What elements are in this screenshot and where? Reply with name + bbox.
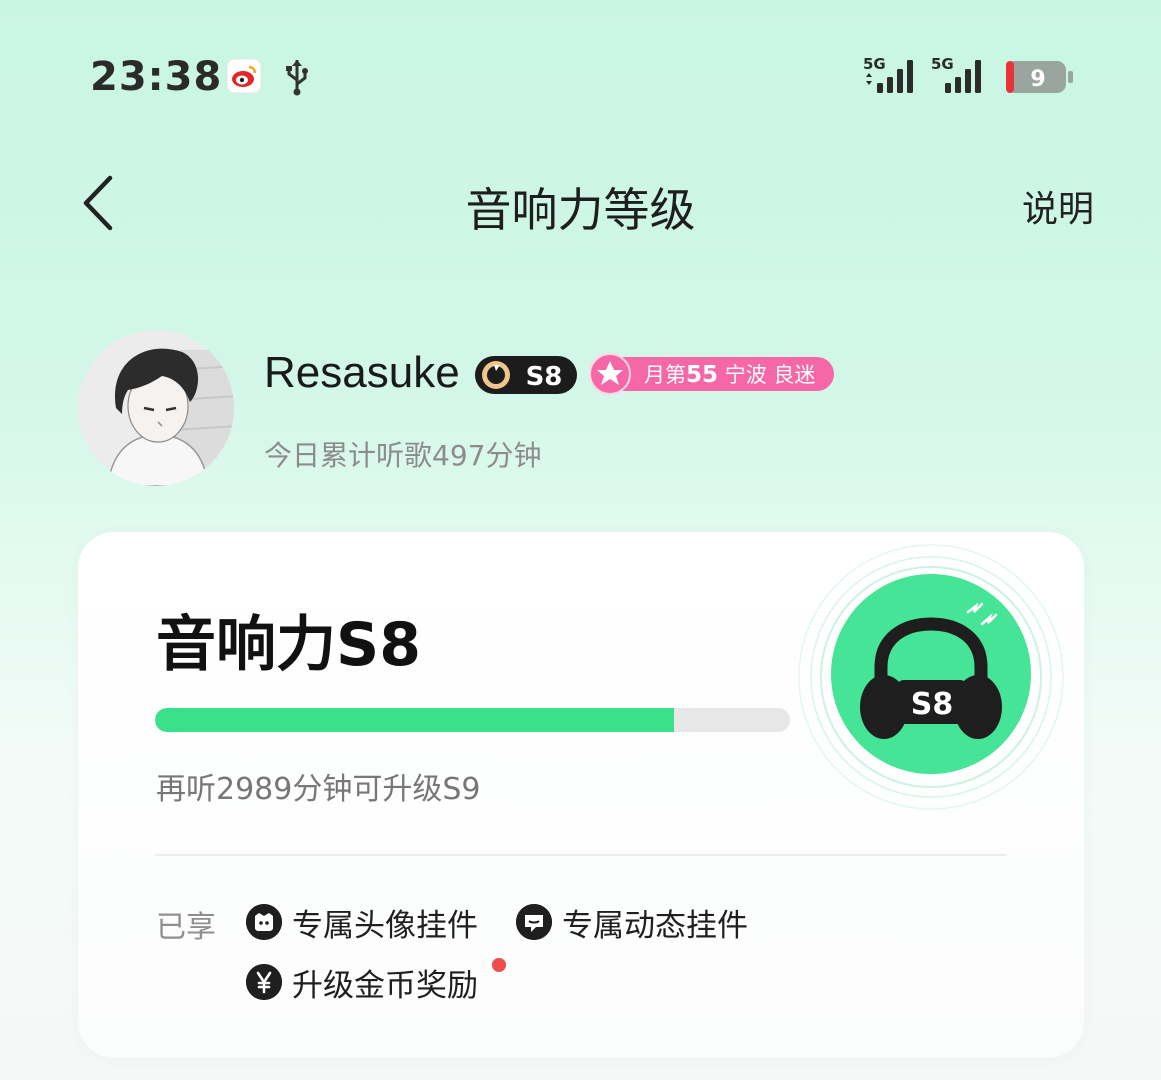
signal-icon: 5G [931, 55, 993, 97]
level-title: 音响力S8 [156, 610, 421, 680]
perk-avatar-frame[interactable]: 专属头像挂件 [292, 900, 478, 945]
level-badge-label: S8 [526, 362, 563, 392]
signal-5g-label: 5G [863, 55, 886, 73]
level-progress-fill [155, 708, 674, 732]
rank-number: 55 [686, 362, 719, 388]
weibo-icon [226, 58, 262, 94]
chat-bubble-icon [516, 904, 552, 940]
level-emblem: S8 [796, 542, 1066, 812]
emblem-label: S8 [911, 687, 953, 722]
status-time: 23:38 [90, 54, 223, 100]
level-badge[interactable]: S8 [474, 354, 578, 396]
usb-icon [282, 58, 312, 96]
avatar[interactable] [78, 330, 234, 486]
rank-text: 月第55 宁波 良迷 [644, 359, 815, 389]
battery-level: 9 [1030, 67, 1045, 92]
notification-dot [492, 958, 506, 972]
signal-5g-label: 5G [931, 55, 954, 73]
avatar-frame-icon [246, 904, 282, 940]
rank-location: 宁波 良迷 [724, 363, 816, 387]
battery-icon: 9 [1005, 58, 1075, 96]
yen-coin-icon [246, 964, 282, 1000]
today-listen-time: 今日累计听歌497分钟 [264, 439, 542, 472]
explain-link[interactable]: 说明 [1022, 180, 1094, 232]
page-title: 音响力等级 [465, 183, 696, 237]
level-progress-bar [155, 708, 790, 732]
username: Resasuke [264, 348, 460, 397]
perk-coin-reward[interactable]: 升级金币奖励 [292, 960, 478, 1005]
perk-feed-pendant[interactable]: 专属动态挂件 [562, 900, 748, 945]
rank-prefix: 月第 [644, 363, 686, 387]
signal-icon: 5G [863, 55, 925, 97]
divider [155, 854, 1007, 856]
enjoyed-label: 已享 [156, 910, 216, 945]
upgrade-hint: 再听2989分钟可升级S9 [156, 772, 481, 807]
